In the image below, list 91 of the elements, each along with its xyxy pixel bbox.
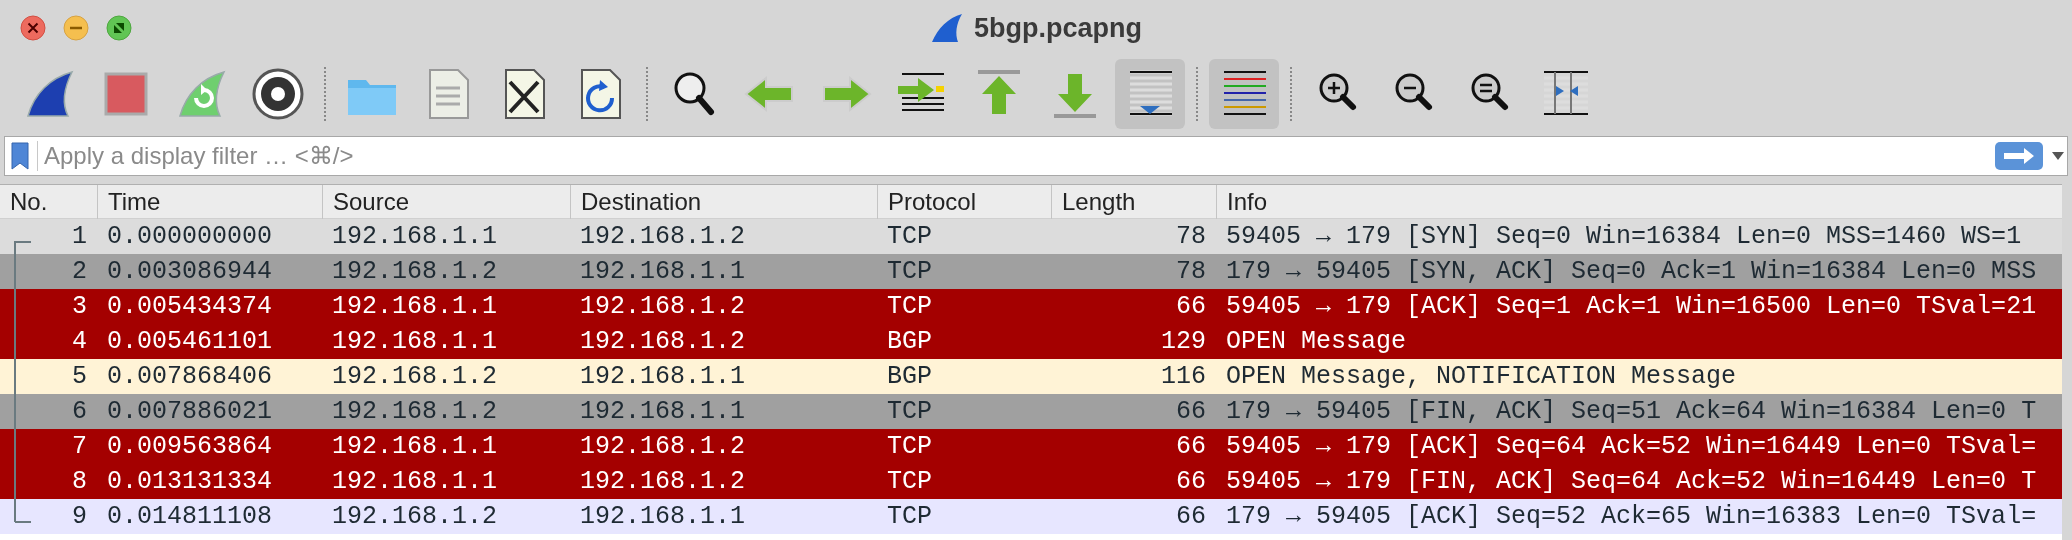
fullscreen-window-icon[interactable] <box>106 15 132 41</box>
table-cell-text: 192.168.1.2 <box>580 220 746 253</box>
packet-row[interactable]: 3 0.005434374 192.168.1.1 192.168.1.2 TCP 66 59405 → 179 [ACK] Seq=1 Ack=1 Win=16500 Len=0 TSval=21 <box>0 289 2062 324</box>
column-header[interactable]: Protocol <box>877 184 1051 219</box>
table-cell-text: 3 <box>72 290 87 323</box>
table-cell-text: 66 <box>1176 465 1206 498</box>
column-header[interactable]: Length <box>1051 184 1216 219</box>
table-cell-text: 0.005461101 <box>107 325 273 358</box>
packet-row[interactable]: 7 0.009563864 192.168.1.1 192.168.1.2 TCP 66 59405 → 179 [ACK] Seq=64 Ack=52 Win=16449 Len=0 TSval= <box>0 429 2062 464</box>
table-cell-text: 192.168.1.2 <box>332 255 498 288</box>
column-header[interactable]: Time <box>97 184 322 219</box>
table-cell-text: 192.168.1.1 <box>580 360 746 393</box>
table-cell-text: TCP <box>887 430 932 463</box>
toolbar-button[interactable] <box>1115 59 1185 129</box>
table-cell-text: 192.168.1.1 <box>332 430 498 463</box>
table-cell-text: TCP <box>887 500 932 533</box>
table-cell-text: 192.168.1.2 <box>332 500 498 533</box>
table-cell-text: TCP <box>887 395 932 428</box>
table-cell-text: 66 <box>1176 430 1206 463</box>
table-cell-text: 59405 → 179 [SYN] Seq=0 Win=16384 Len=0 MSS=1460 WS=1 <box>1226 220 2022 253</box>
packet-row[interactable]: 2 0.003086944 192.168.1.2 192.168.1.1 TCP 78 179 → 59405 [SYN, ACK] Seq=0 Ack=1 Win=16384 Len=0 MSS <box>0 254 2062 289</box>
close-window-icon[interactable] <box>20 15 46 41</box>
table-cell-text: BGP <box>887 325 932 358</box>
bookmark-icon[interactable] <box>11 142 29 170</box>
table-cell-text: 66 <box>1176 290 1206 323</box>
minimize-window-icon[interactable] <box>63 15 89 41</box>
table-cell-text: 78 <box>1176 220 1206 253</box>
table-cell-text: 192.168.1.2 <box>332 360 498 393</box>
table-cell-text: 66 <box>1176 500 1206 533</box>
packet-row[interactable]: 9 0.014811108 192.168.1.2 192.168.1.1 TCP 66 179 → 59405 [ACK] Seq=52 Ack=65 Win=16383 Len=0 TSval= <box>0 499 2062 534</box>
table-cell-text: 192.168.1.1 <box>332 325 498 358</box>
table-cell-text: 0.003086944 <box>107 255 273 288</box>
table-cell-text: 192.168.1.1 <box>332 465 498 498</box>
table-cell-text: 0.014811108 <box>107 500 273 533</box>
table-cell-text: 192.168.1.2 <box>580 290 746 323</box>
packet-row[interactable]: 6 0.007886021 192.168.1.2 192.168.1.1 TCP 66 179 → 59405 [FIN, ACK] Seq=51 Ack=64 Win=16384 Len=0 T <box>0 394 2062 429</box>
apply-filter-button[interactable] <box>1995 142 2043 170</box>
table-cell-text: 179 → 59405 [FIN, ACK] Seq=51 Ack=64 Win=16384 Len=0 T <box>1226 395 2037 428</box>
table-cell-text: 9 <box>72 500 87 533</box>
table-cell-text: 0.013131334 <box>107 465 273 498</box>
table-cell-text: 0.000000000 <box>107 220 273 253</box>
packet-row[interactable]: 8 0.013131334 192.168.1.1 192.168.1.2 TCP 66 59405 → 179 [FIN, ACK] Seq=64 Ack=52 Win=16449 Len=0 T <box>0 464 2062 499</box>
table-cell-text: 192.168.1.2 <box>580 465 746 498</box>
table-cell-text: 2 <box>72 255 87 288</box>
toolbar-button[interactable] <box>1209 59 1279 129</box>
table-cell-text: 0.007886021 <box>107 395 273 428</box>
shark-fin-icon <box>930 12 964 44</box>
arrow-right-icon <box>2002 147 2036 165</box>
table-cell-text: 179 → 59405 [SYN, ACK] Seq=0 Ack=1 Win=16384 Len=0 MSS <box>1226 255 2037 288</box>
table-cell-text: 129 <box>1161 325 1206 358</box>
column-header[interactable]: No. <box>0 184 97 219</box>
table-cell-text: 192.168.1.1 <box>332 290 498 323</box>
table-cell-text: OPEN Message, NOTIFICATION Message <box>1226 360 1737 393</box>
table-cell-text: 192.168.1.1 <box>580 500 746 533</box>
table-cell-text: 116 <box>1161 360 1206 393</box>
table-cell-text: 5 <box>72 360 87 393</box>
packet-row[interactable]: 5 0.007868406 192.168.1.2 192.168.1.1 BGP 116 OPEN Message, NOTIFICATION Message <box>0 359 2062 394</box>
table-cell-text: 8 <box>72 465 87 498</box>
table-cell-text: 0.005434374 <box>107 290 273 323</box>
table-cell-text: 66 <box>1176 395 1206 428</box>
settings-icon <box>250 66 306 122</box>
table-cell-text: 59405 → 179 [FIN, ACK] Seq=64 Ack=52 Win=16449 Len=0 T <box>1226 465 2037 498</box>
table-cell-text: 192.168.1.1 <box>580 255 746 288</box>
table-cell-text: TCP <box>887 220 932 253</box>
table-cell-text: 192.168.1.1 <box>580 395 746 428</box>
table-cell-text: 1 <box>72 220 87 253</box>
table-cell-text: TCP <box>887 290 932 323</box>
table-cell-text: 192.168.1.1 <box>332 220 498 253</box>
column-header[interactable]: Info <box>1216 184 2062 219</box>
table-cell-text: 6 <box>72 395 87 428</box>
dropdown-caret-icon[interactable] <box>2051 151 2065 161</box>
table-cell-text: 59405 → 179 [ACK] Seq=1 Ack=1 Win=16500 Len=0 TSval=21 <box>1226 290 2037 323</box>
window-title: 5bgp.pcapng <box>974 11 1142 45</box>
table-cell-text: 0.009563864 <box>107 430 273 463</box>
table-cell-text: 4 <box>72 325 87 358</box>
packet-row[interactable]: 1 0.000000000 192.168.1.1 192.168.1.2 TCP 78 59405 → 179 [SYN] Seq=0 Win=16384 Len=0 MSS=1460 WS=1 <box>0 219 2062 254</box>
table-cell-text: 59405 → 179 [ACK] Seq=64 Ack=52 Win=16449 Len=0 TSval= <box>1226 430 2037 463</box>
packet-row[interactable]: 4 0.005461101 192.168.1.1 192.168.1.2 BGP 129 OPEN Message <box>0 324 2062 359</box>
table-cell-text: 179 → 59405 [ACK] Seq=52 Ack=65 Win=16383 Len=0 TSval= <box>1226 500 2037 533</box>
table-cell-text: TCP <box>887 465 932 498</box>
table-cell-text: 0.007868406 <box>107 360 273 393</box>
table-cell-text: 192.168.1.2 <box>332 395 498 428</box>
table-cell-text: 78 <box>1176 255 1206 288</box>
table-cell-text: 192.168.1.2 <box>580 325 746 358</box>
table-cell-text: TCP <box>887 255 932 288</box>
table-cell-text: BGP <box>887 360 932 393</box>
table-cell-text: 192.168.1.2 <box>580 430 746 463</box>
table-cell-text: 7 <box>72 430 87 463</box>
table-cell-text: OPEN Message <box>1226 325 1407 358</box>
column-header[interactable]: Source <box>322 184 570 219</box>
column-header[interactable]: Destination <box>570 184 877 219</box>
